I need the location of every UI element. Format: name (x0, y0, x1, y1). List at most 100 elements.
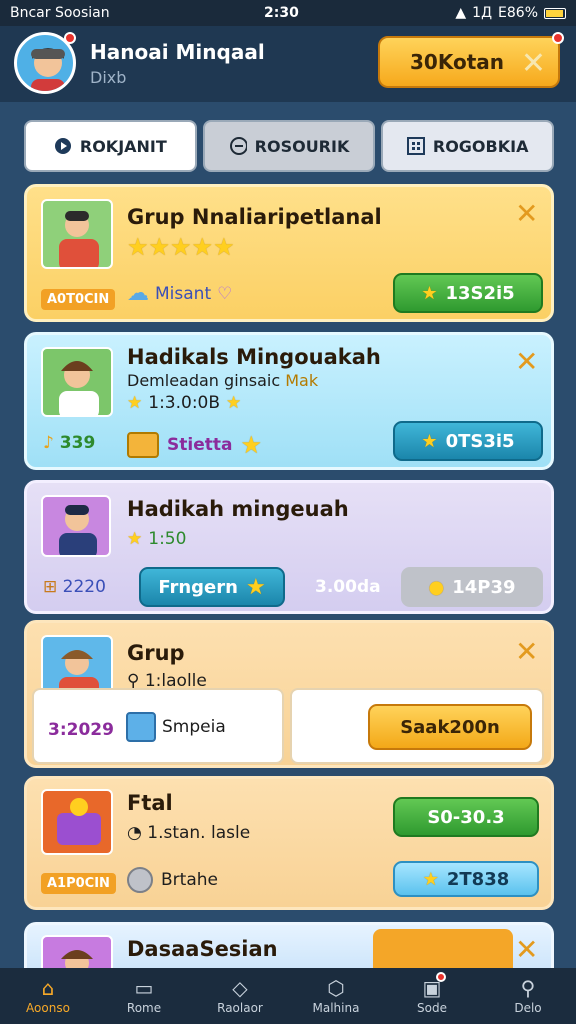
reward-value: 13S2i5 (445, 282, 515, 304)
close-icon[interactable]: ✕ (515, 635, 538, 668)
tab-rokjanit[interactable]: ROKJANIT (24, 120, 197, 172)
tab-bar: ROKJANIT ROSOURIK ROGOBKIA (24, 120, 555, 172)
claim-button[interactable]: Saak200n (368, 704, 532, 750)
info-panel-right: Saak200n (290, 688, 544, 764)
reward-button[interactable]: ★ 2T838 (393, 861, 539, 897)
reward-button[interactable]: ★ 0TS3i5 (393, 421, 543, 461)
tab-rogobkia[interactable]: ROGOBKIA (381, 120, 555, 172)
coin-icon (127, 867, 153, 893)
cube-icon (126, 712, 156, 742)
network-text: 1Д (472, 5, 493, 21)
status-badge: A0T0CIN (41, 289, 116, 310)
box-icon: ⬡ (327, 975, 345, 1000)
reward-value: 14P39 (452, 576, 516, 598)
card-middle-value: 3.00da (315, 577, 381, 597)
value-button[interactable]: S0-30.3 (393, 797, 539, 837)
notification-dot (436, 972, 446, 982)
avatar (41, 495, 111, 557)
panel-label-line: Smpeia (126, 712, 226, 742)
card-title: Ftal (127, 791, 173, 815)
tab-label: ROSOURIK (254, 136, 350, 156)
card-subline: Demleadan ginsaic Mak (127, 371, 318, 390)
user-subtitle: Dixb (90, 68, 127, 87)
card-time: 1:50 (148, 529, 187, 549)
nav-label: Malhina (312, 1000, 360, 1015)
nav-label: Raolaor (217, 1000, 263, 1015)
list-item[interactable]: Grup Nnaliaripetlanal ★★★★★ ✕ A0T0CIN ☁ … (24, 184, 554, 322)
card-title: Hadikah mingeuah (127, 497, 349, 521)
primary-action-label: Frngern (158, 576, 238, 598)
star-icon: ★ (422, 868, 439, 890)
star-icon: ★ (421, 282, 438, 304)
reward-button[interactable]: ★ 13S2i5 (393, 273, 543, 313)
nav-label: Sode (417, 1000, 447, 1015)
chest-icon (127, 432, 159, 458)
card-subline-text: 1.stan. lasle (147, 823, 251, 843)
nav-item-malhina[interactable]: ⬡ Malhina (288, 968, 384, 1024)
status-bar: Bncar Soosian 2:30 ▲ 1Д E86% (0, 0, 576, 26)
card-meta: Stietta ★ (127, 431, 262, 459)
card-title: Hadikals Mingouakah (127, 345, 381, 369)
nav-label: Delo (514, 1000, 542, 1015)
tag-icon: ◇ (232, 975, 248, 1000)
card-count: ♪ 339 (43, 433, 95, 453)
card-count: ⊞ 2220 (43, 577, 106, 597)
tab-label: ROKJANIT (79, 136, 167, 156)
tab-label: ROGOBKIA (432, 136, 529, 156)
primary-action-button[interactable]: Frngern ★ (139, 567, 285, 607)
card-title: DasaaSesian (127, 937, 278, 961)
coin-banner (373, 929, 513, 968)
info-panel-left[interactable]: 3:2029 Smpeia (32, 688, 284, 764)
close-icon[interactable]: ✕ (515, 933, 538, 966)
panel-label: Smpeia (162, 717, 226, 737)
close-icon[interactable]: ✕ (515, 197, 538, 230)
star-rating: ★★★★★ (127, 233, 235, 261)
star-icon: ★ (240, 431, 262, 459)
star-icon: ★ (245, 574, 266, 600)
star-icon: ★ (421, 430, 438, 452)
nav-item-raolaor[interactable]: ◇ Raolaor (192, 968, 288, 1024)
signal-icon: ▲ (455, 5, 467, 21)
star-icon: ★ (226, 393, 242, 413)
music-icon: ♪ (43, 433, 54, 453)
reward-value: 2T838 (446, 868, 510, 890)
list-item[interactable]: Hadikah mingeuah ★ 1:50 ⊞ 2220 Frngern ★… (24, 480, 554, 614)
star-icon: ★ (127, 393, 143, 413)
cloud-icon: ☁ (127, 281, 149, 306)
battery-icon (544, 7, 566, 19)
coin-icon: ● (428, 576, 445, 598)
tab-rosourik[interactable]: ROSOURIK (202, 120, 376, 172)
avatar (41, 347, 113, 417)
list-item[interactable]: DasaaSesian ✕ (24, 922, 554, 968)
card-subline: ◔ 1.stan. lasle (127, 823, 250, 843)
list-item[interactable]: Ftal ◔ 1.stan. lasle A1P0CIN Brtahe S0-3… (24, 776, 554, 910)
close-icon[interactable]: ✕ (521, 46, 546, 81)
claim-button-label: Saak200n (400, 716, 500, 738)
avatar (41, 199, 113, 269)
header-action-label: 30Kotan (410, 50, 505, 74)
nav-item-home[interactable]: ⌂ Aoonso (0, 968, 96, 1024)
card-title: Grup (127, 641, 185, 665)
nav-item-rome[interactable]: ▭ Rome (96, 968, 192, 1024)
card-count-value: 2220 (62, 577, 106, 597)
header-action-button[interactable]: 30Kotan ✕ (378, 32, 564, 88)
reward-button[interactable]: ● 14P39 (401, 567, 543, 607)
card-meta-label: Brtahe (161, 870, 218, 890)
card-meta-label: Stietta (167, 435, 233, 455)
nav-item-delo[interactable]: ⚲ Delo (480, 968, 576, 1024)
card-subline-tag: Mak (285, 371, 319, 390)
pin-icon: ⚲ (520, 975, 536, 1000)
clock: 2:30 (264, 5, 299, 21)
avatar (41, 935, 113, 968)
bottom-nav: ⌂ Aoonso ▭ Rome ◇ Raolaor ⬡ Malhina ▣ So… (0, 968, 576, 1024)
value-label: S0-30.3 (427, 806, 505, 828)
close-icon[interactable]: ✕ (515, 345, 538, 378)
heart-icon: ♡ (217, 283, 233, 304)
card-title: Grup Nnaliaripetlanal (127, 205, 382, 229)
folder-icon: ▭ (134, 975, 154, 1000)
card-time: 1:3.0:0B (148, 393, 221, 413)
circle-minus-icon (229, 137, 247, 155)
nav-item-sode[interactable]: ▣ Sode (384, 968, 480, 1024)
list-item[interactable]: Hadikals Mingouakah Demleadan ginsaic Ma… (24, 332, 554, 470)
star-icon: ★ (127, 529, 143, 549)
